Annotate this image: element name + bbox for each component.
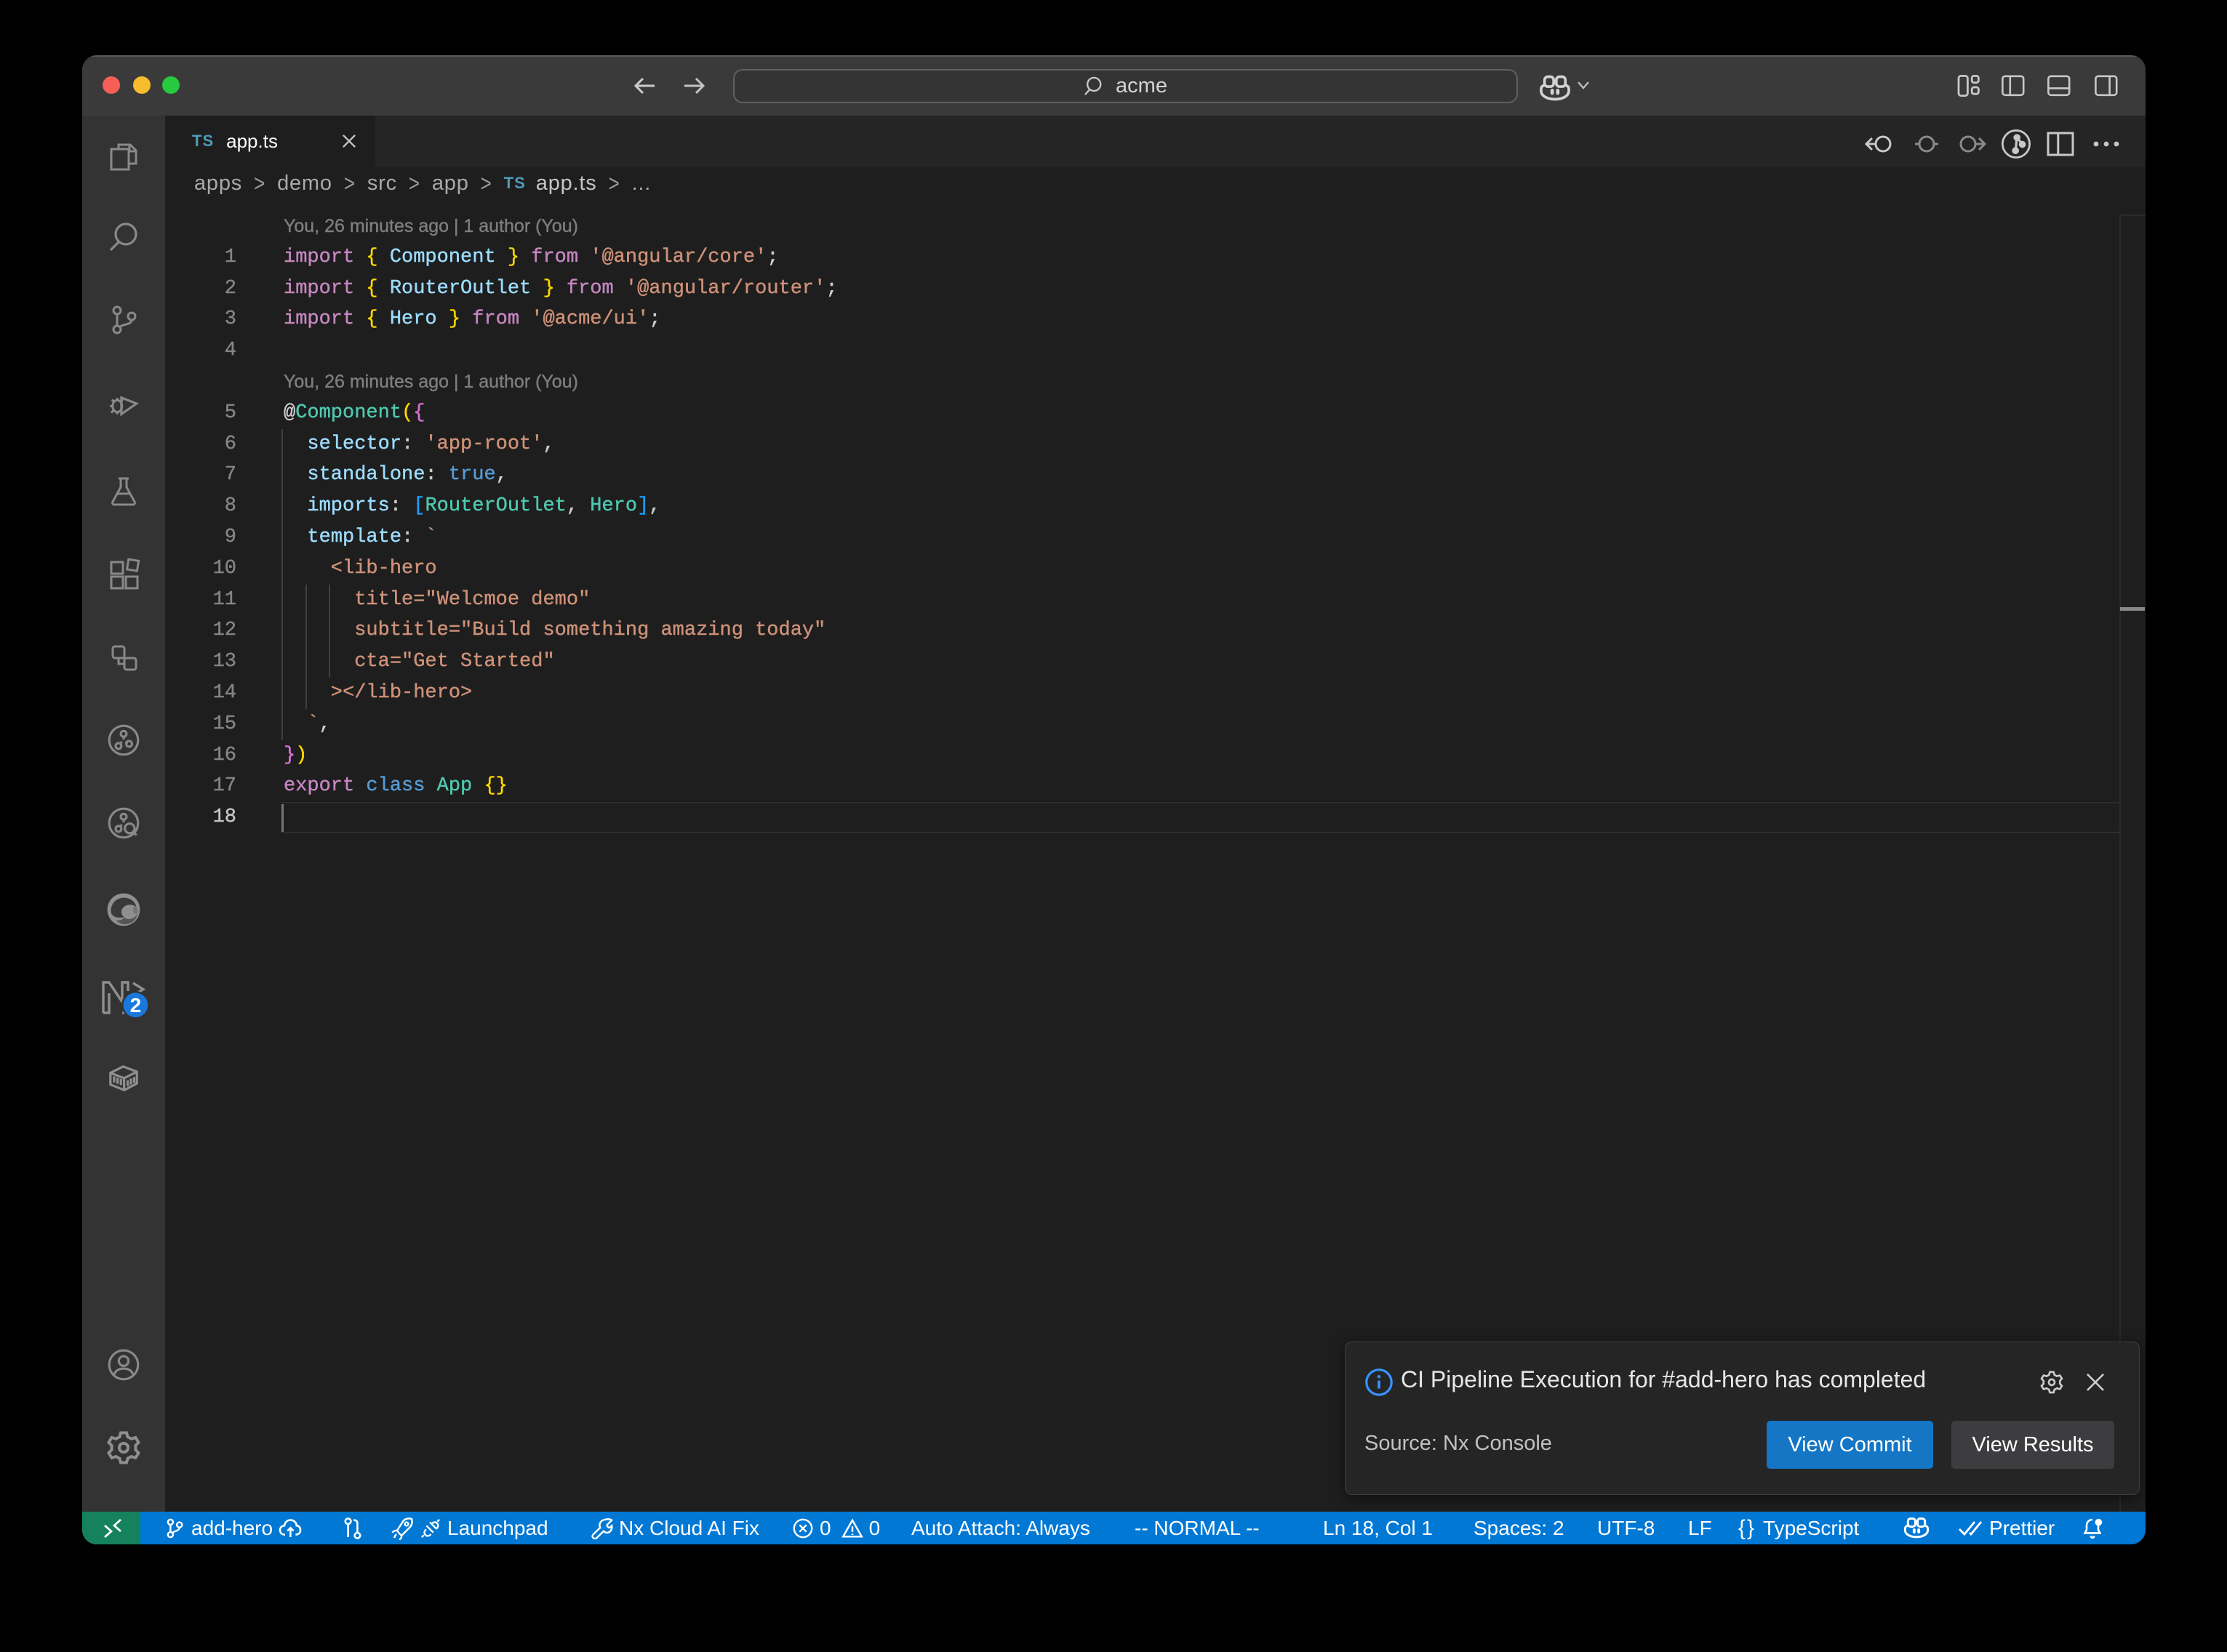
svg-text:2: 2 (130, 994, 142, 1017)
